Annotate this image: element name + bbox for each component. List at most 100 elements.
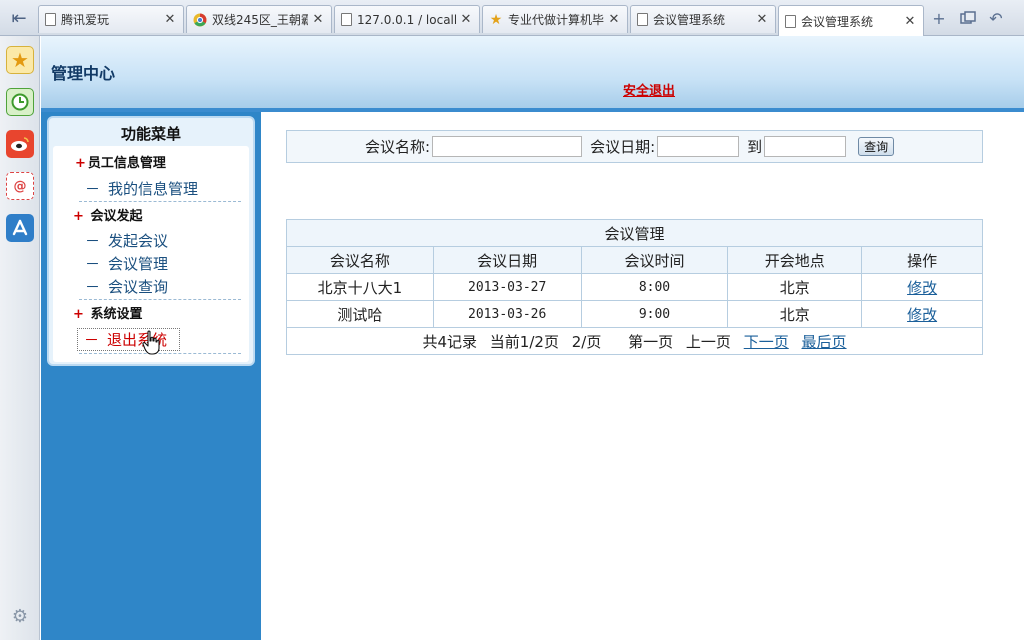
menu-item-my-info[interactable]: － 我的信息管理 [85, 178, 198, 199]
edit-link[interactable]: 修改 [907, 306, 937, 324]
menu-item-start-meeting[interactable]: － 发起会议 [85, 230, 168, 251]
tab-title: 专业代做计算机毕业设计 [508, 13, 604, 27]
last-page-link[interactable]: 最后页 [802, 333, 847, 351]
date-to-label: 到 [747, 138, 763, 156]
browser-tab[interactable]: 双线245区_王朝霸业 ✕ [186, 5, 332, 33]
column-header: 会议名称 [286, 246, 434, 274]
menu-divider [79, 299, 241, 300]
function-menu-column: 功能菜单 + 员工信息管理 －我的信息管理 + 会议发起 －发起会议 －会议管理 … [41, 112, 261, 640]
table-caption-row: 会议管理 [286, 219, 983, 247]
tab-title: 127.0.0.1 / localhost [357, 12, 456, 27]
date-to-input[interactable] [764, 136, 847, 157]
edit-link[interactable]: 修改 [907, 279, 937, 297]
column-header: 会议时间 [580, 246, 729, 274]
browser-tab-active[interactable]: 会议管理系统 ✕ [778, 5, 924, 36]
page-icon [637, 13, 648, 26]
settings-gear-icon[interactable]: ⚙ [6, 602, 34, 630]
chrome-icon [193, 13, 207, 27]
close-icon[interactable]: ✕ [903, 14, 917, 29]
browser-tab[interactable]: 127.0.0.1 / localhost ✕ [334, 5, 480, 33]
cell-time: 8:00 [580, 273, 729, 301]
dash-icon: － [85, 180, 101, 198]
menu-item-label: 我的信息管理 [108, 180, 199, 198]
dash-icon: － [84, 331, 100, 349]
menu-divider [79, 201, 241, 202]
menu-group-employee[interactable]: + 员工信息管理 [75, 152, 166, 171]
menu-group-meeting[interactable]: + 会议发起 [73, 205, 142, 224]
page-icon [341, 13, 352, 26]
dash-icon: － [85, 232, 101, 250]
tab-title: 腾讯爱玩 [61, 13, 110, 27]
back-arrow-icon[interactable]: ⇤ [0, 0, 38, 36]
dash-icon: － [85, 255, 101, 273]
expand-plus-icon: + [75, 156, 86, 171]
qq-icon[interactable] [6, 214, 34, 242]
menu-title: 功能菜单 [120, 125, 181, 143]
close-icon[interactable]: ✕ [459, 12, 473, 27]
cell-action: 修改 [861, 300, 983, 328]
browser-sidebar: ★ @ ⚙ [0, 36, 40, 640]
dash-icon: － [85, 278, 101, 296]
browser-tab[interactable]: 会议管理系统 ✕ [630, 5, 776, 33]
cell-place: 北京 [727, 300, 863, 328]
table-header-row: 会议名称 会议日期 会议时间 开会地点 操作 [286, 246, 983, 274]
close-icon[interactable]: ✕ [755, 12, 769, 27]
page-icon [45, 13, 56, 26]
menu-group-label: 员工信息管理 [87, 156, 166, 171]
date-from-input[interactable] [657, 136, 740, 157]
history-clock-icon[interactable] [6, 88, 34, 116]
cell-date: 2013-03-26 [432, 300, 582, 328]
cell-action: 修改 [861, 273, 983, 301]
menu-item-label: 发起会议 [108, 232, 169, 250]
tab-title: 会议管理系统 [801, 14, 874, 29]
meeting-name-input[interactable] [432, 136, 583, 157]
menu-item-exit-system[interactable]: －退出系统 [77, 328, 181, 351]
function-menu-panel: 功能菜单 + 员工信息管理 －我的信息管理 + 会议发起 －发起会议 －会议管理 … [47, 116, 255, 366]
cell-name: 北京十八大1 [286, 273, 434, 301]
cell-time: 9:00 [580, 300, 729, 328]
menu-group-label: 会议发起 [90, 209, 143, 224]
first-page-text: 第一页 [628, 332, 674, 351]
column-header: 开会地点 [727, 246, 863, 274]
close-icon[interactable]: ✕ [163, 12, 177, 27]
browser-tab[interactable]: ★ 专业代做计算机毕业设计 ✕ [482, 5, 628, 33]
cell-place: 北京 [727, 273, 863, 301]
query-button[interactable]: 查询 [858, 137, 895, 156]
meeting-name-label: 会议名称: [365, 138, 431, 156]
menu-item-meeting-management[interactable]: － 会议管理 [85, 253, 168, 274]
menu-group-system[interactable]: + 系统设置 [73, 303, 142, 322]
close-icon[interactable]: ✕ [311, 12, 325, 27]
column-header: 操作 [861, 246, 983, 274]
column-header: 会议日期 [432, 246, 582, 274]
tab-list-icon[interactable] [955, 6, 981, 30]
menu-item-label: 会议查询 [108, 278, 169, 296]
pager: 共4记录 当前1/2页 2/页 第一页 上一页 下一页 最后页 [286, 327, 983, 355]
menu-item-label: 会议管理 [108, 255, 169, 273]
hand-cursor-icon [142, 330, 162, 356]
menu-group-label: 系统设置 [90, 307, 143, 322]
logout-link[interactable]: 安全退出 [623, 80, 675, 99]
meeting-table: 会议管理 会议名称 会议日期 会议时间 开会地点 操作 北京十八大1 2013-… [286, 219, 983, 355]
favorites-star-icon[interactable]: ★ [6, 46, 34, 74]
browser-tab-bar: ⇤ 腾讯爱玩 ✕ 双线245区_王朝霸业 ✕ 127.0.0.1 / local… [0, 0, 1024, 36]
page-header: 管理中心 安全退出 [41, 36, 1024, 112]
main-content: 会议名称: 会议日期: 到 查询 会议管理 会议名称 会议日期 会议时间 开会地… [261, 112, 1024, 640]
search-bar: 会议名称: 会议日期: 到 查询 [286, 130, 983, 163]
pager-row: 共4记录 当前1/2页 2/页 第一页 上一页 下一页 最后页 [286, 327, 983, 355]
expand-plus-icon: + [73, 209, 84, 224]
mail-at-icon[interactable]: @ [6, 172, 34, 200]
next-page-link[interactable]: 下一页 [744, 333, 789, 351]
close-icon[interactable]: ✕ [607, 12, 621, 27]
menu-item-meeting-query[interactable]: － 会议查询 [85, 276, 168, 297]
weibo-icon[interactable] [6, 130, 34, 158]
tab-title: 会议管理系统 [653, 13, 726, 27]
browser-tab[interactable]: 腾讯爱玩 ✕ [38, 5, 184, 33]
table-row: 测试哈 2013-03-26 9:00 北京 修改 [286, 300, 983, 328]
undo-close-arrow-icon[interactable]: ↶ [983, 6, 1009, 30]
total-records: 共4记录 [422, 332, 478, 351]
page-size: 2/页 [571, 332, 602, 351]
table-caption: 会议管理 [286, 219, 983, 247]
page-icon [785, 14, 796, 28]
new-tab-plus-icon[interactable]: + [926, 6, 952, 30]
current-page: 当前1/2页 [489, 332, 559, 351]
